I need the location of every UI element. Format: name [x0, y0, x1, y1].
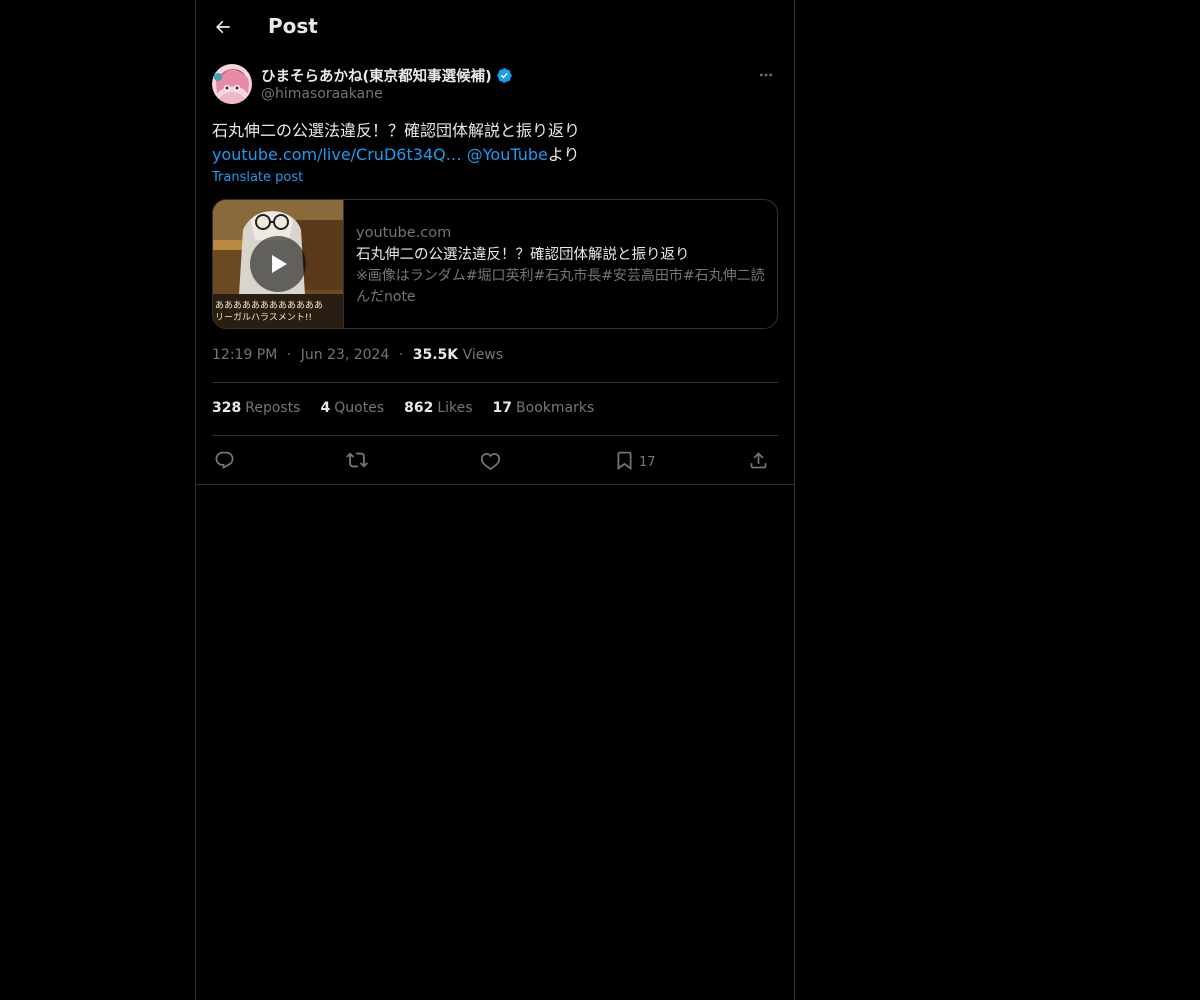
bookmark-icon [617, 451, 632, 470]
video-link[interactable]: youtube.com/live/CruD6t34Q… [212, 145, 462, 164]
engagement-stats: 328 Reposts 4 Quotes 862 Likes 17 Bookmarks [212, 400, 594, 416]
mention-link[interactable]: @YouTube [467, 145, 548, 164]
card-thumbnail: ああああああああああああ リーガルハラスメント!! [213, 200, 344, 328]
post-text-line: 石丸伸二の公選法違反！？確認団体解説と振り返り [212, 121, 581, 140]
bookmark-button[interactable]: 17 [614, 446, 656, 474]
reposts-count: 328 [212, 400, 242, 416]
repost-button[interactable] [346, 446, 368, 474]
reposts-label: Reposts [245, 400, 301, 416]
meta-separator: · [398, 347, 404, 363]
more-icon [760, 73, 772, 77]
bookmarks-count: 17 [492, 400, 513, 416]
post-suffix: より [547, 145, 580, 164]
card-domain: youtube.com [356, 225, 452, 241]
views-count: 35.5K [412, 347, 459, 363]
meta-separator: · [286, 347, 292, 363]
post-text: 石丸伸二の公選法違反！？確認団体解説と振り返り youtube.com/live… [212, 119, 778, 167]
thumbnail-caption-2: リーガルハラスメント!! [215, 313, 313, 323]
divider [212, 435, 778, 436]
play-icon [272, 255, 287, 273]
likes-label: Likes [437, 400, 473, 416]
quotes-label: Quotes [334, 400, 385, 416]
page-title: Post [268, 14, 318, 38]
like-button[interactable] [480, 446, 501, 474]
post-date[interactable]: Jun 23, 2024 [301, 347, 390, 363]
avatar[interactable] [212, 64, 252, 104]
display-name-text: ひまそらあかね(東京都知事選候補) [261, 69, 492, 85]
share-icon [750, 451, 767, 468]
likes-count: 862 [404, 400, 434, 416]
main-column: Post ひまそらあかね(東京都知事選候補) @himasoraakane 石丸… [195, 0, 795, 1000]
post-time[interactable]: 12:19 PM [212, 347, 277, 363]
like-icon [480, 452, 501, 470]
card-title: 石丸伸二の公選法違反！？確認団体解説と振り返り [356, 247, 690, 263]
top-bar: Post [196, 0, 794, 54]
divider [212, 382, 778, 383]
bookmarks-label: Bookmarks [516, 400, 595, 416]
back-button[interactable] [206, 10, 240, 44]
verified-badge-icon [497, 68, 512, 83]
post-meta: 12:19 PM · Jun 23, 2024 · 35.5K Views [212, 347, 503, 363]
reposts-stat[interactable]: 328 Reposts [212, 400, 300, 416]
translate-post-link[interactable]: Translate post [212, 170, 303, 185]
likes-stat[interactable]: 862 Likes [404, 400, 472, 416]
bookmark-count: 17 [639, 454, 656, 470]
reply-icon [215, 451, 234, 469]
post-bottom-border [196, 484, 794, 485]
card-body: youtube.com 石丸伸二の公選法違反！？確認団体解説と振り返り ※画像は… [356, 222, 766, 308]
share-button[interactable] [748, 446, 769, 474]
post-author: ひまそらあかね(東京都知事選候補) @himasoraakane [212, 64, 778, 108]
avatar-image [212, 64, 252, 104]
post-link-line: youtube.com/live/CruD6t34Q… @YouTubeより [212, 143, 778, 167]
repost-icon [346, 452, 368, 468]
bookmarks-stat[interactable]: 17 Bookmarks [493, 400, 595, 416]
arrow-left-icon [216, 20, 230, 34]
card-description: ※画像はランダム#堀口英利#石丸市長#安芸高田市#石丸伸二読んだnote [356, 268, 765, 305]
more-button[interactable] [754, 64, 778, 86]
link-preview-card[interactable]: ああああああああああああ リーガルハラスメント!! youtube.com 石丸… [212, 199, 778, 329]
action-bar: 17 [212, 446, 778, 474]
author-handle[interactable]: @himasoraakane [261, 86, 383, 102]
reply-button[interactable] [214, 446, 235, 474]
views-label: Views [462, 347, 504, 363]
quotes-count: 4 [320, 400, 331, 416]
display-name[interactable]: ひまそらあかね(東京都知事選候補) [261, 65, 513, 86]
play-button[interactable] [250, 236, 306, 292]
quotes-stat[interactable]: 4 Quotes [320, 400, 384, 416]
